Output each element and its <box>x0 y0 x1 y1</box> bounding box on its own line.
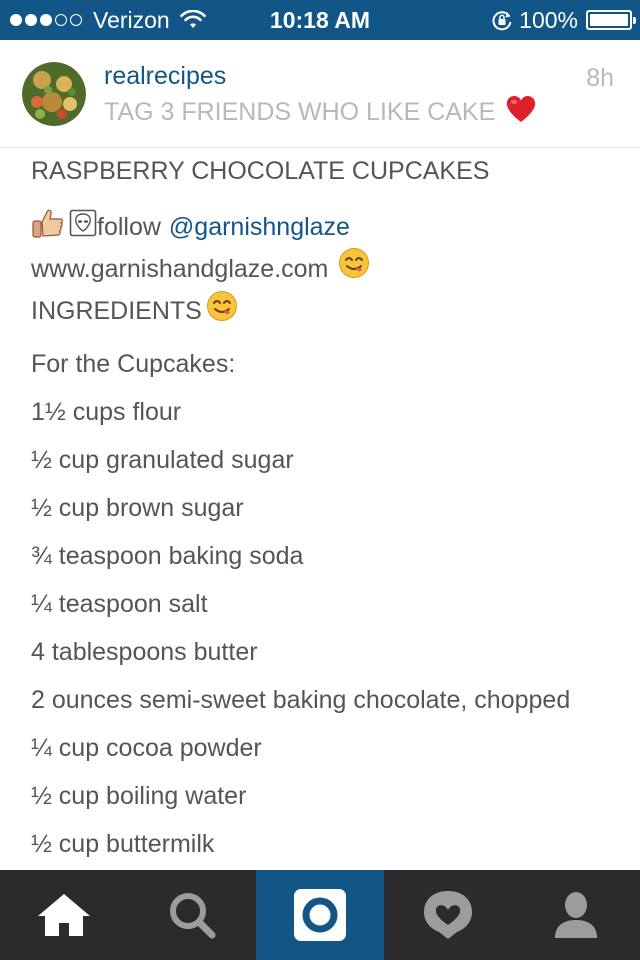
list-item: ¾ teaspoon baking soda <box>31 542 304 570</box>
camera-icon <box>294 889 346 941</box>
recipe-title: RASPBERRY CHOCOLATE CUPCAKES <box>31 157 490 185</box>
post-timestamp: 8h <box>586 64 614 92</box>
list-item: ½ cup buttermilk <box>31 830 215 858</box>
post-header: realrecipes TAG 3 FRIENDS WHO LIKE CAKE … <box>0 40 640 148</box>
website-link[interactable]: www.garnishandglaze.com <box>31 250 328 288</box>
list-item: 4 tablespoons butter <box>31 638 258 666</box>
tab-bar <box>0 870 640 960</box>
list-item: ½ cup granulated sugar <box>31 446 294 474</box>
battery-cap <box>633 17 636 24</box>
status-bar: Verizon 10:18 AM 100% <box>0 0 640 40</box>
profile-icon <box>555 892 597 938</box>
list-item: ½ cup boiling water <box>31 782 247 810</box>
activity-heart-icon <box>424 891 472 939</box>
yum-face-icon <box>206 290 238 332</box>
tab-activity[interactable] <box>384 870 512 960</box>
thumbs-up-icon <box>31 206 65 247</box>
tab-home[interactable] <box>0 870 128 960</box>
list-item: ½ cup brown sugar <box>31 494 244 522</box>
list-item: 1½ cups flour <box>31 398 182 426</box>
rotation-lock-icon <box>492 11 512 31</box>
alien-icon <box>69 209 97 244</box>
battery-icon <box>586 10 636 30</box>
ingredient-list: For the Cupcakes: 1½ cups flour ½ cup gr… <box>31 348 621 860</box>
ingredients-label: INGREDIENTS <box>31 297 202 325</box>
follow-text: follow <box>97 212 161 241</box>
red-heart-icon <box>505 94 537 131</box>
list-item: ¼ teaspoon salt <box>31 590 208 618</box>
status-right: 100% <box>491 0 636 40</box>
tab-camera[interactable] <box>256 870 384 960</box>
battery-fill <box>590 14 628 26</box>
caption-preview-text: TAG 3 FRIENDS WHO LIKE CAKE <box>104 98 496 126</box>
home-icon <box>38 894 90 936</box>
search-icon <box>170 893 216 939</box>
battery-percent: 100% <box>519 6 578 33</box>
ingredients-heading: INGREDIENTS <box>31 290 621 332</box>
avatar[interactable] <box>22 62 86 126</box>
post-caption: RASPBERRY CHOCOLATE CUPCAKES follow @gar… <box>31 150 621 870</box>
tab-search[interactable] <box>128 870 256 960</box>
follow-handle-link[interactable]: @garnishnglaze <box>169 212 350 242</box>
username-link[interactable]: realrecipes <box>104 62 226 91</box>
section-label: For the Cupcakes: <box>31 350 236 378</box>
follow-line: follow @garnishnglaze <box>31 206 621 247</box>
list-item: 2 ounces semi-sweet baking chocolate, ch… <box>31 686 571 714</box>
yum-face-icon <box>338 247 370 290</box>
website-line: www.garnishandglaze.com <box>31 247 621 290</box>
list-item: ¼ cup cocoa powder <box>31 734 262 762</box>
caption-preview: TAG 3 FRIENDS WHO LIKE CAKE <box>104 94 537 131</box>
tab-profile[interactable] <box>512 870 640 960</box>
